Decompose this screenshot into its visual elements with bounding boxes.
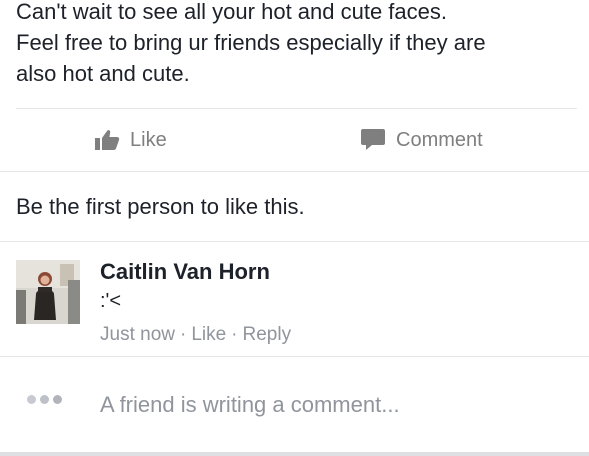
comment-label: Comment: [396, 128, 483, 151]
thumbs-up-icon: [94, 129, 120, 151]
divider: [16, 108, 577, 109]
divider: [0, 452, 589, 456]
comment-like-link[interactable]: Like: [191, 324, 226, 345]
speech-bubble-icon: [360, 128, 386, 152]
typing-indicator-text: A friend is writing a comment...: [100, 392, 400, 417]
comment-timestamp: Just now: [100, 324, 175, 345]
like-label: Like: [130, 128, 167, 151]
comment-button[interactable]: Comment: [360, 110, 483, 170]
typing-indicator: A friend is writing a comment...: [0, 357, 589, 453]
comment: Caitlin Van Horn :'< Just now · Like · Reply: [0, 242, 589, 354]
post-text-line: Can't wait to see all your hot and cute …: [16, 0, 447, 24]
post-text: Can't wait to see all your hot and cute …: [16, 0, 581, 89]
likes-summary[interactable]: Be the first person to like this.: [16, 193, 305, 221]
typing-dots-icon: [27, 395, 62, 404]
like-button[interactable]: Like: [94, 110, 167, 170]
divider: [0, 171, 589, 172]
avatar[interactable]: [16, 260, 80, 324]
post-text-line: Feel free to bring ur friends especially…: [16, 30, 486, 55]
meta-separator: ·: [179, 324, 187, 345]
comment-meta: Just now · Like · Reply: [100, 323, 291, 347]
comment-reply-link[interactable]: Reply: [243, 324, 292, 345]
post-text-line: also hot and cute.: [16, 61, 190, 86]
meta-separator: ·: [231, 324, 238, 345]
comment-author[interactable]: Caitlin Van Horn: [100, 258, 270, 286]
comment-text: :'<: [100, 290, 122, 312]
post-actions-bar: Like Comment: [0, 110, 589, 170]
